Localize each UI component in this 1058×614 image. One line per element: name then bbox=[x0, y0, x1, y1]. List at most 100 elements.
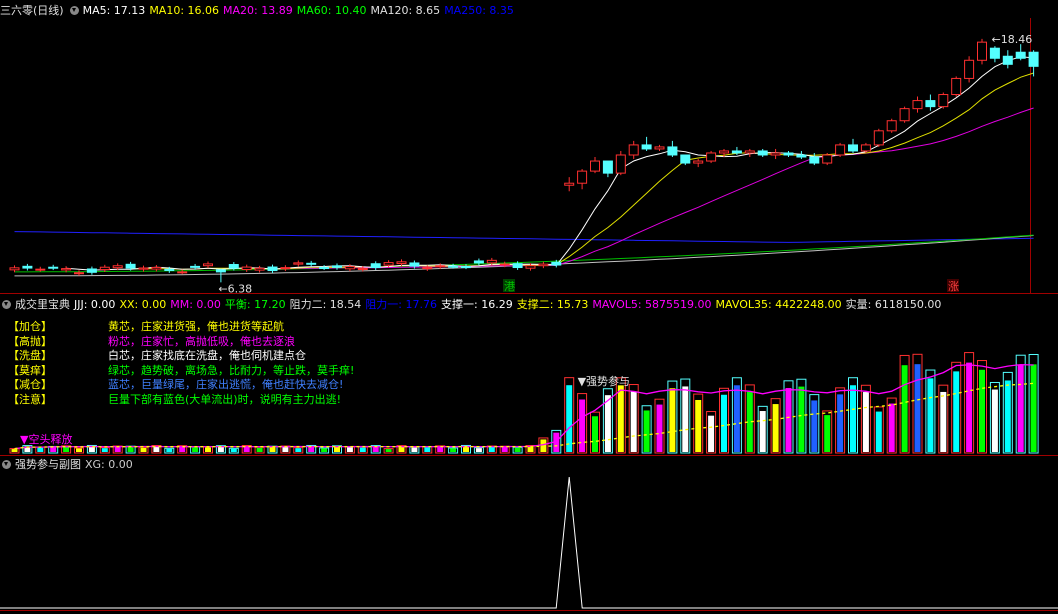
volume-core bbox=[76, 448, 82, 452]
candle-body bbox=[899, 108, 910, 122]
candle-body bbox=[925, 100, 936, 108]
candle-body bbox=[1015, 51, 1026, 59]
vol-label-1: XX: 0.00 bbox=[119, 298, 167, 311]
candle-body bbox=[590, 160, 600, 172]
volume-core bbox=[966, 362, 973, 452]
volume-core bbox=[643, 410, 650, 452]
main-chart-header: 三六零(日线) MA5: 17.13 MA10: 16.06 MA20: 13.89 M… bbox=[0, 3, 522, 19]
volume-core bbox=[101, 448, 108, 452]
volume-panel-title: 成交里宝典 bbox=[15, 298, 70, 311]
volume-core bbox=[914, 364, 921, 452]
volume-core bbox=[269, 446, 276, 452]
vol-label-4: 阻力二: 18.54 bbox=[289, 298, 362, 311]
candle-body bbox=[396, 261, 407, 265]
candle-body bbox=[125, 263, 136, 269]
candle-body bbox=[48, 266, 59, 269]
volume-core bbox=[282, 446, 289, 452]
volume-core bbox=[901, 365, 908, 452]
candle-body bbox=[551, 261, 562, 266]
dropdown-icon[interactable] bbox=[2, 460, 11, 469]
candle-body bbox=[86, 268, 97, 273]
volume-core bbox=[514, 447, 521, 452]
volume-core bbox=[991, 389, 998, 452]
legend-row: 【减仓】 蓝芯，巨量绿尾，庄家出逃慌，俺也赶快去减仓! bbox=[8, 378, 354, 393]
ma250-line bbox=[14, 231, 1034, 243]
candle-body bbox=[706, 152, 717, 162]
legend-row: 【加仓】 黄芯，庄家进货强，俺也进货等起航 bbox=[8, 320, 354, 335]
marker-zhang: 涨 bbox=[948, 280, 959, 293]
legend-tag: 【注意】 bbox=[8, 392, 52, 406]
candle-body bbox=[35, 268, 46, 271]
volume-core bbox=[192, 447, 199, 452]
candle-body bbox=[228, 264, 239, 269]
volume-core bbox=[127, 446, 134, 452]
candle-body bbox=[306, 262, 317, 265]
candle-body bbox=[422, 267, 433, 270]
candle-body bbox=[667, 146, 678, 156]
vol-label-6: 支撑一: 16.29 bbox=[441, 298, 513, 311]
vol-label-0: JJJ: 0.00 bbox=[74, 298, 116, 311]
vol-label-7: 支撑二: 15.73 bbox=[516, 298, 589, 311]
dropdown-icon[interactable] bbox=[69, 6, 79, 15]
volume-core bbox=[11, 449, 18, 452]
main-chart-title: 三六零(日线) bbox=[0, 4, 64, 17]
sub-chart-legend: XG: 0.00 bbox=[85, 458, 137, 471]
candle-body bbox=[796, 154, 807, 158]
ma-label-3: MA60: 10.40 bbox=[296, 4, 367, 17]
candle-body bbox=[1028, 51, 1039, 67]
candle-body bbox=[164, 268, 175, 271]
volume-core bbox=[1017, 364, 1024, 452]
volume-core bbox=[437, 446, 444, 452]
candle-body bbox=[873, 130, 884, 146]
volume-core bbox=[798, 386, 805, 452]
legend-row: 【注意】 巨量下部有蓝色(大单流出)时，说明有主力出逃! bbox=[8, 393, 354, 408]
candle-body bbox=[964, 59, 975, 79]
legend-text: 白芯，庄家找底在洗盘，俺也伺机建点仓 bbox=[108, 349, 306, 362]
volume-core bbox=[50, 447, 57, 452]
volume-core bbox=[656, 404, 663, 452]
candle-body bbox=[138, 267, 149, 270]
candle-body bbox=[22, 265, 33, 269]
volume-core bbox=[501, 446, 508, 452]
legend-text: 绿芯，趋势破，离场急，比耐力，等止跌，莫手痒! bbox=[108, 363, 355, 377]
volume-core bbox=[927, 378, 934, 452]
volume-core bbox=[862, 392, 869, 452]
volume-core bbox=[772, 404, 779, 452]
candle-body bbox=[809, 156, 820, 164]
candle-body bbox=[680, 154, 691, 164]
candle-body bbox=[525, 265, 536, 269]
candle-body bbox=[822, 154, 833, 164]
marker-gang: 港 bbox=[504, 280, 515, 293]
candle-body bbox=[448, 265, 459, 268]
volume-core bbox=[888, 403, 895, 452]
volume-core bbox=[979, 369, 985, 452]
sub-chart-header: 强势参与副图 XG: 0.00 bbox=[0, 457, 141, 473]
candle-body bbox=[473, 260, 484, 264]
candle-body bbox=[370, 263, 381, 269]
candle-body bbox=[938, 94, 949, 108]
candle-body bbox=[835, 144, 846, 156]
ma5-line bbox=[66, 56, 1034, 271]
volume-core bbox=[708, 415, 715, 452]
candle-body bbox=[74, 272, 84, 275]
legend-tag: 【加仓】 bbox=[8, 320, 52, 333]
candle-body bbox=[177, 271, 188, 274]
candle-body bbox=[344, 266, 355, 270]
dropdown-icon[interactable] bbox=[2, 300, 11, 309]
ma-label-0: MA5: 17.13 bbox=[82, 4, 146, 17]
legend-row: 【莫痒】 绿芯，趋势破，离场急，比耐力，等止跌，莫手痒! bbox=[8, 364, 354, 379]
candle-body bbox=[215, 269, 226, 273]
volume-core bbox=[953, 371, 960, 452]
volume-core bbox=[321, 448, 328, 452]
legend-text: 黄芯，庄家进货强，俺也进货等起航 bbox=[108, 320, 284, 333]
volume-core bbox=[940, 391, 947, 452]
ma-legend: MA5: 17.13 MA10: 16.06 MA20: 13.89 MA60: 10… bbox=[83, 4, 518, 17]
candle-body bbox=[461, 266, 471, 269]
legend-tag: 【莫痒】 bbox=[8, 363, 52, 377]
candle-body bbox=[319, 267, 330, 270]
candle-body bbox=[61, 268, 72, 271]
volume-core bbox=[346, 447, 353, 452]
vol-label-5: 阻力一: 17.76 bbox=[365, 298, 438, 311]
candle-body bbox=[602, 160, 613, 174]
volume-core bbox=[488, 446, 495, 452]
